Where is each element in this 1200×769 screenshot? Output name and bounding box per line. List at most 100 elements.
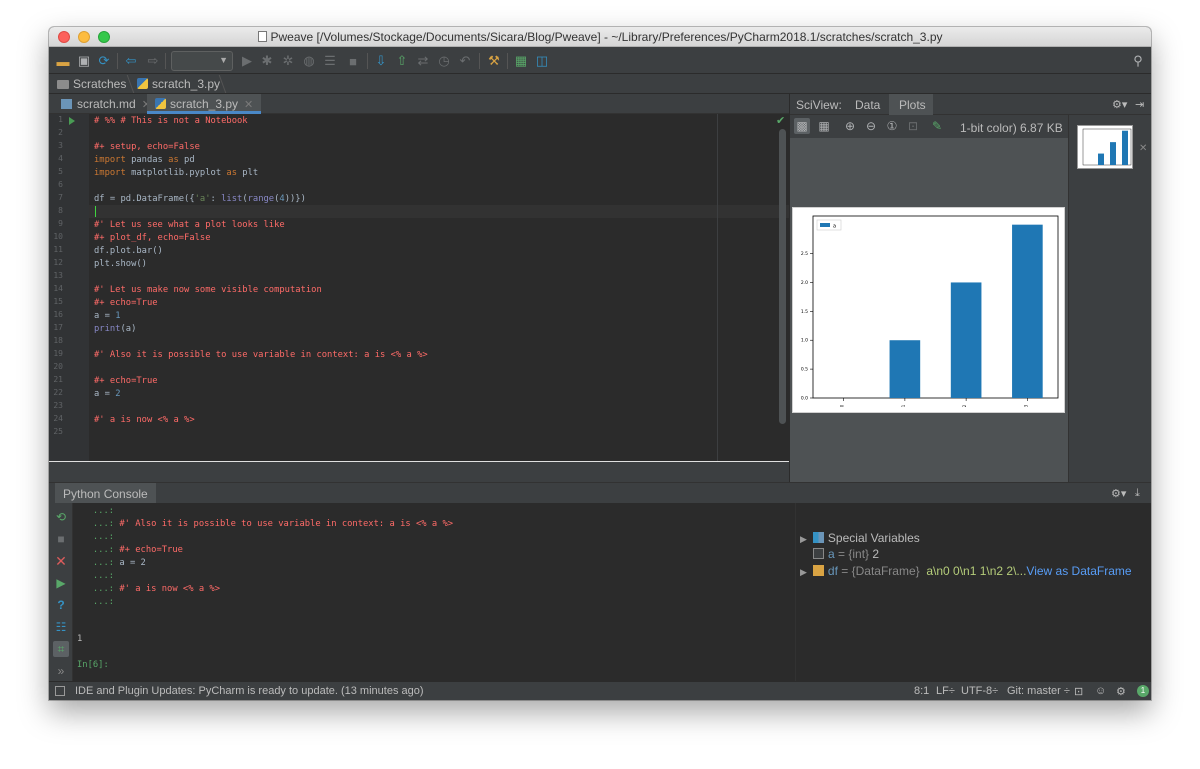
tab-scratch-3-py[interactable]: scratch_3.py ✕ — [147, 94, 262, 114]
concurrency-icon[interactable]: ☰ — [322, 53, 338, 69]
fit-zoom-icon[interactable]: ⊡ — [905, 118, 921, 134]
toggle-tool-windows-icon[interactable] — [55, 686, 65, 696]
zoom-out-icon[interactable]: ⊖ — [863, 118, 879, 134]
stop-icon[interactable]: ■ — [345, 53, 361, 69]
rerun-icon[interactable]: ⟲ — [53, 509, 69, 525]
checkerboard-bg-icon[interactable]: ▩ — [794, 118, 810, 134]
hide-panel-icon[interactable]: ⤓ — [1135, 487, 1140, 500]
event-log-icon[interactable]: ⚙ — [1116, 685, 1126, 698]
sciview-header: SciView: Data Plots ⚙▾ ⇥ — [790, 94, 1151, 115]
debug-icon[interactable]: ✱ — [259, 53, 275, 69]
vcs-commit-icon[interactable]: ⇧ — [394, 53, 410, 69]
legend-label: a — [833, 224, 836, 230]
console-output[interactable]: ...: ...: #' Also it is possible to use … — [73, 503, 795, 681]
toolbar-separator — [165, 53, 166, 69]
breadcrumb-file[interactable]: scratch_3.py — [137, 77, 220, 91]
close-thumbnail-icon[interactable]: ✕ — [1139, 143, 1147, 154]
notification-badge[interactable]: 1 — [1137, 685, 1149, 697]
close-icon[interactable]: ✕ — [53, 553, 69, 569]
code-line: a = 1 — [94, 311, 121, 321]
more-actions-icon[interactable]: » — [53, 663, 69, 679]
expand-arrow-icon[interactable]: ▶ — [800, 534, 807, 544]
actual-size-icon[interactable]: ① — [884, 118, 900, 134]
lock-icon[interactable]: ⊡ — [1074, 685, 1083, 698]
color-picker-icon[interactable]: ✎ — [929, 118, 945, 134]
forward-arrow-icon[interactable]: ⇨ — [145, 53, 161, 69]
vcs-history-icon[interactable]: ◷ — [436, 53, 452, 69]
stop-icon[interactable]: ■ — [53, 531, 69, 547]
line-number: 4 — [58, 154, 63, 163]
code-line: #' Let us make now some visible computat… — [94, 285, 322, 295]
synchronize-icon[interactable]: ⟳ — [96, 53, 112, 69]
tab-data[interactable]: Data — [855, 98, 880, 112]
y-tick-label: 1.5 — [801, 309, 808, 315]
line-number: 7 — [58, 193, 63, 202]
inspection-ok-icon[interactable]: ✔ — [776, 114, 785, 127]
gear-icon[interactable]: ⚙▾ — [1111, 487, 1126, 500]
coverage-icon[interactable]: ✲ — [280, 53, 296, 69]
tab-python-console[interactable]: Python Console — [55, 483, 156, 504]
y-tick-label: 2.0 — [801, 280, 808, 286]
grid-icon[interactable]: ▦ — [816, 118, 832, 134]
code-line: #+ setup, echo=False — [94, 142, 200, 152]
caret-position[interactable]: 8:1 — [914, 685, 929, 697]
git-branch-select[interactable]: Git: master ÷ — [1007, 685, 1070, 697]
view-as-dataframe-link[interactable]: View as DataFrame — [1026, 564, 1131, 578]
profile-icon[interactable]: ◍ — [301, 53, 317, 69]
dataframe-icon — [812, 565, 824, 576]
search-everywhere-icon[interactable]: ⚲ — [1130, 53, 1146, 69]
help-icon[interactable]: ? — [53, 597, 69, 613]
variable-row-a[interactable]: a = {int} 2 — [813, 547, 879, 563]
console-prompt: ...: — [77, 506, 115, 516]
line-number: 5 — [58, 167, 63, 176]
sdk-download-icon[interactable]: ◫ — [534, 53, 550, 69]
code-line: df = pd.DataFrame({'a': list(range(4))}) — [94, 194, 306, 204]
execute-icon[interactable]: ▶ — [53, 575, 69, 591]
status-bar: IDE and Plugin Updates: PyCharm is ready… — [49, 681, 1151, 700]
console-text: a = 2 — [114, 558, 146, 568]
run-icon[interactable]: ▶ — [239, 53, 255, 69]
close-tab-icon[interactable]: ✕ — [244, 99, 253, 111]
editor-scrollbar[interactable] — [779, 129, 786, 424]
console-input-prompt[interactable]: In[6]: — [77, 659, 109, 672]
show-variables-icon[interactable]: ⌗ — [53, 641, 69, 657]
x-tick-label: 1 — [901, 404, 906, 407]
code-editor[interactable]: 1 2 3 4 5 6 7 8 9 10 11 12 13 14 15 16 17 18 19 20 21 22 23 24 2… — [49, 114, 789, 461]
hide-panel-icon[interactable]: ⇥ — [1135, 98, 1144, 111]
line-number: 23 — [53, 401, 63, 410]
tab-scratch-md[interactable]: scratch.md✕ — [53, 94, 159, 114]
thumbnail-chart — [1082, 128, 1132, 166]
vcs-compare-icon[interactable]: ⇄ — [415, 53, 431, 69]
gear-icon[interactable]: ⚙▾ — [1112, 98, 1127, 111]
save-all-icon[interactable]: ▣ — [76, 53, 92, 69]
plot-image[interactable]: 0 1 2 3 0.0 0.5 1.0 1.5 2.0 2.5 a — [792, 207, 1065, 413]
status-message[interactable]: IDE and Plugin Updates: PyCharm is ready… — [75, 685, 424, 697]
settings-icon[interactable]: ☷ — [53, 619, 69, 635]
encoding-select[interactable]: UTF-8÷ — [961, 685, 998, 697]
vcs-update-icon[interactable]: ⇩ — [373, 53, 389, 69]
settings-wrench-icon[interactable]: ⚒ — [486, 53, 502, 69]
console-text: #+ echo=True — [114, 545, 183, 555]
vcs-revert-icon[interactable]: ↶ — [457, 53, 473, 69]
bar-chart: 0 1 2 3 0.0 0.5 1.0 1.5 2.0 2.5 a — [801, 215, 1059, 407]
bar — [1098, 153, 1104, 165]
panel-divider[interactable] — [49, 461, 789, 482]
back-arrow-icon[interactable]: ⇦ — [123, 53, 139, 69]
inspector-icon[interactable]: ☺ — [1095, 685, 1106, 697]
run-configuration-select[interactable]: ▼ — [171, 51, 233, 71]
special-variables-row[interactable]: ▶ Special Variables — [800, 531, 920, 547]
tab-plots[interactable]: Plots — [899, 98, 926, 112]
x-tick-label: 2 — [962, 404, 967, 407]
line-separator-select[interactable]: LF÷ — [936, 685, 955, 697]
plot-thumbnail[interactable] — [1077, 125, 1133, 169]
x-tick-label: 0 — [840, 404, 845, 407]
breadcrumb-scratches[interactable]: Scratches — [57, 77, 126, 91]
expand-arrow-icon[interactable]: ▶ — [800, 567, 807, 577]
line-number: 19 — [53, 349, 63, 358]
project-structure-icon[interactable]: ▦ — [513, 53, 529, 69]
bar — [1122, 130, 1128, 165]
zoom-in-icon[interactable]: ⊕ — [842, 118, 858, 134]
variable-row-df[interactable]: ▶ df = {DataFrame} a\n0 0\n1 1\n2 2\...Vi… — [800, 564, 1132, 580]
open-folder-icon[interactable]: ▬ — [55, 53, 71, 69]
run-cell-icon[interactable] — [69, 117, 75, 125]
